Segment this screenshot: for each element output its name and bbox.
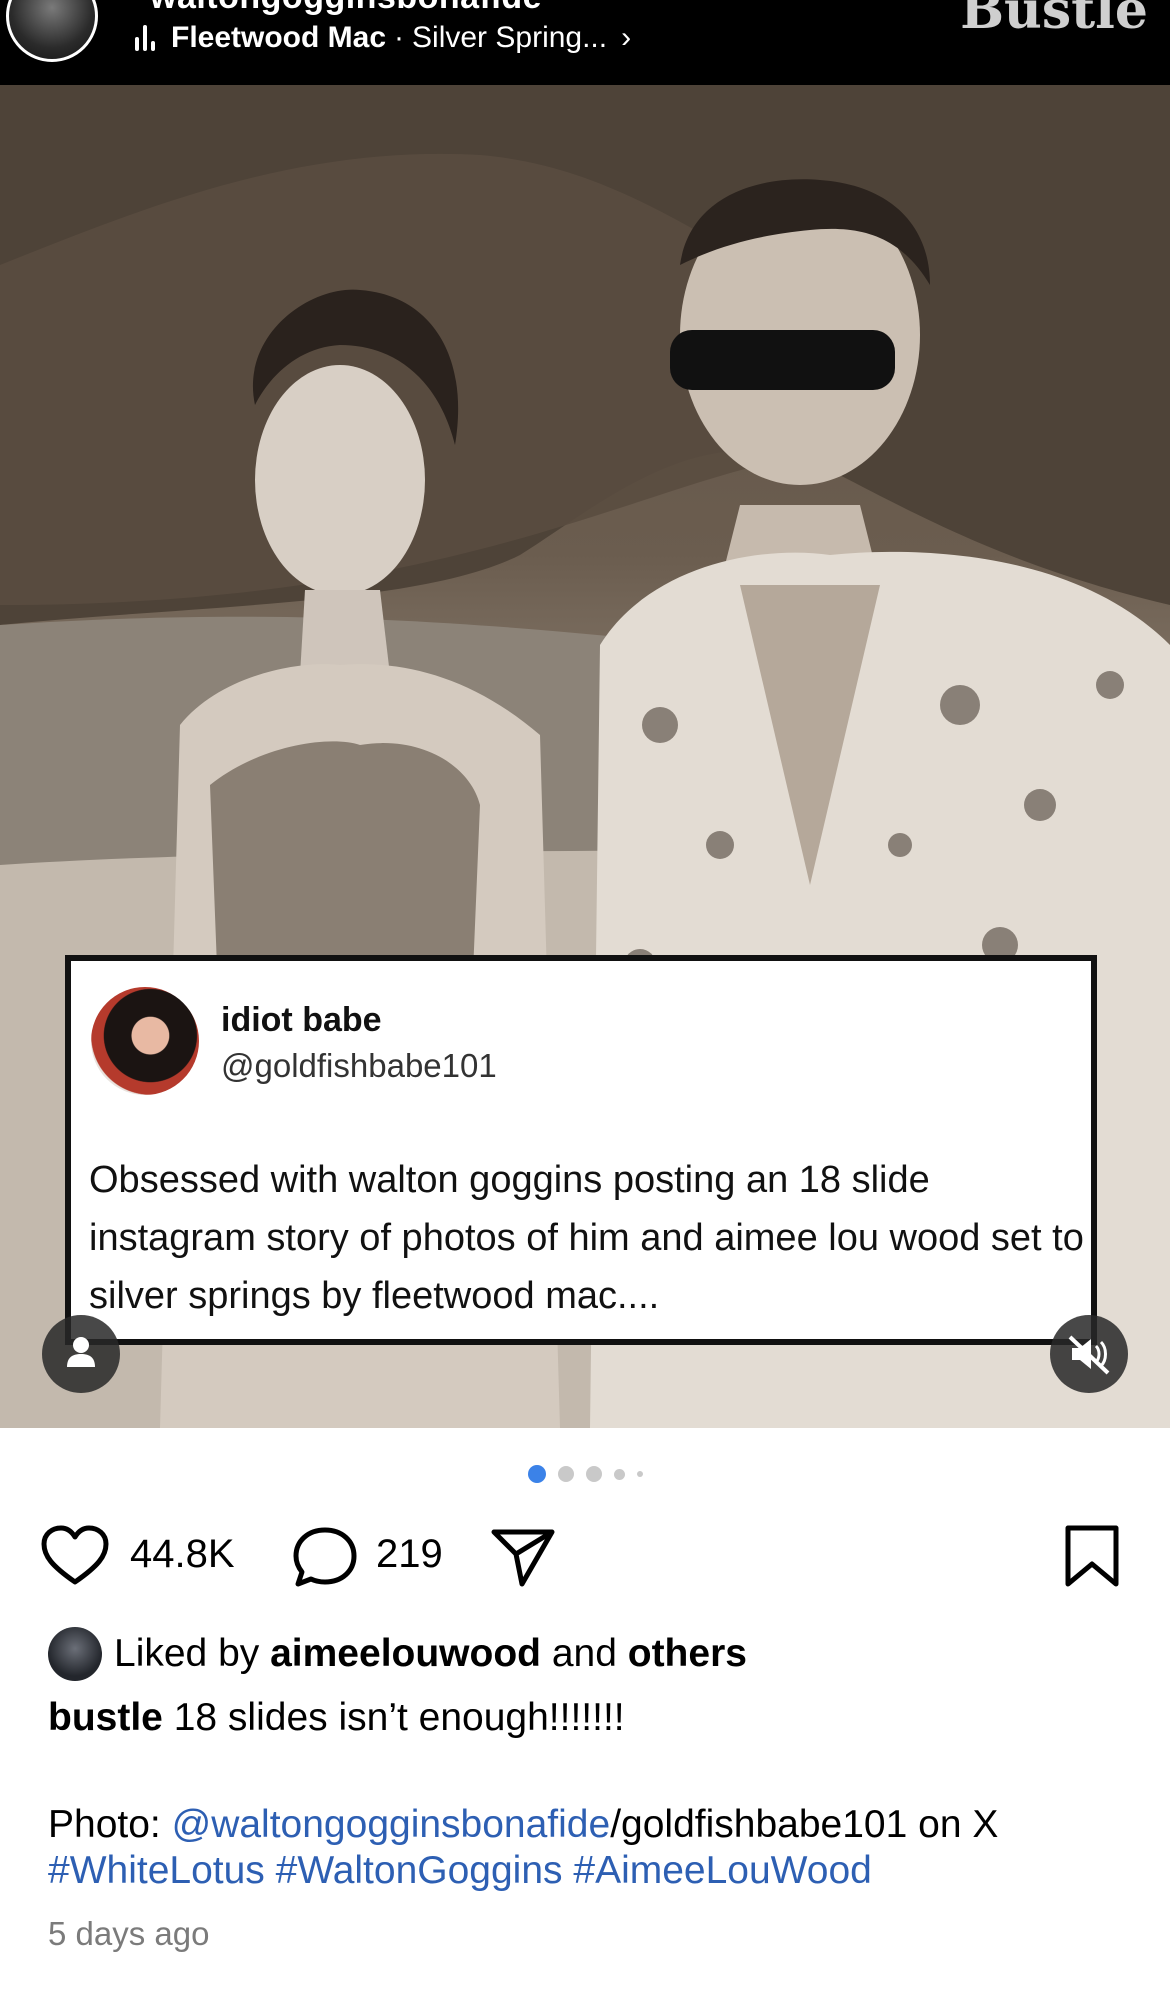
tweet-handle: @goldfishbabe101 [221,1047,497,1084]
likes-count[interactable]: 44.8K [130,1532,235,1577]
music-separator: · [394,21,405,54]
post-photo[interactable]: idiot babe @goldfishbabe101 Obsessed wit… [0,85,1170,1428]
music-title: Silver Spring... [412,21,608,54]
hashtag[interactable]: #WhiteLotus [48,1849,265,1892]
tweet-text: Obsessed with walton goggins posting an … [89,1159,1084,1317]
share-icon[interactable] [488,1524,558,1588]
hashtags-line: #WhiteLotus #WaltonGoggins #AimeeLouWood [48,1849,872,1893]
speaker-muted-icon [1068,1335,1110,1375]
carousel-dot [557,1466,574,1482]
bookmark-icon[interactable] [1058,1524,1128,1588]
tweet-avatar [91,987,199,1095]
post-timestamp: 5 days ago [48,1915,210,1952]
hashtag[interactable]: #AimeeLouWood [573,1849,871,1892]
mute-button[interactable] [1050,1315,1128,1393]
chevron-right-icon: › [621,21,632,54]
carousel-dot-active [527,1465,546,1483]
carousel-dot [636,1471,643,1477]
carousel-indicator [0,1462,1170,1486]
comments-count[interactable]: 219 [376,1532,443,1577]
liked-by-row[interactable]: Liked by aimeelouwood and others [48,1626,747,1682]
caption-author[interactable]: bustle [48,1696,163,1739]
tweet-card: idiot babe @goldfishbabe101 Obsessed wit… [65,955,1097,1345]
liked-by-prefix: Liked by [114,1632,260,1675]
carousel-dot [613,1468,625,1480]
person-icon [67,1337,95,1367]
caption-text: 18 slides isn’t enough!!!!!!! [173,1696,625,1739]
account-avatar[interactable] [6,0,98,62]
liked-by-user[interactable]: aimeelouwood [270,1632,541,1676]
liked-by-others[interactable]: others [628,1632,747,1676]
heart-icon[interactable] [40,1524,110,1588]
account-username[interactable]: waltongogginsbonafide [150,0,542,17]
brand-watermark: Bustle [960,0,1148,41]
carousel-dot [585,1466,602,1482]
tagged-people-button[interactable] [42,1315,120,1393]
story-header: waltongogginsbonafide Fleetwood Mac · Si… [0,0,1170,85]
photo-credit-mention[interactable]: @waltongogginsbonafide [172,1803,611,1846]
caption-line: bustle 18 slides isn’t enough!!!!!!! [48,1696,625,1740]
photo-credit-label: Photo: [48,1803,161,1846]
music-attribution[interactable]: Fleetwood Mac · Silver Spring... › [135,18,631,58]
music-artist: Fleetwood Mac [171,21,387,54]
hashtag[interactable]: #WaltonGoggins [276,1849,563,1892]
tweet-display-name: idiot babe [221,1001,382,1039]
liked-by-and: and [551,1632,617,1675]
audio-bars-icon [135,25,155,51]
photo-credit-line: Photo: @waltongogginsbonafide/goldfishba… [48,1803,998,1847]
liked-by-avatar [48,1627,102,1681]
action-bar: 44.8K 219 [0,1518,1170,1590]
comment-icon[interactable] [290,1524,360,1588]
photo-credit-rest: /goldfishbabe101 on X [610,1803,999,1846]
